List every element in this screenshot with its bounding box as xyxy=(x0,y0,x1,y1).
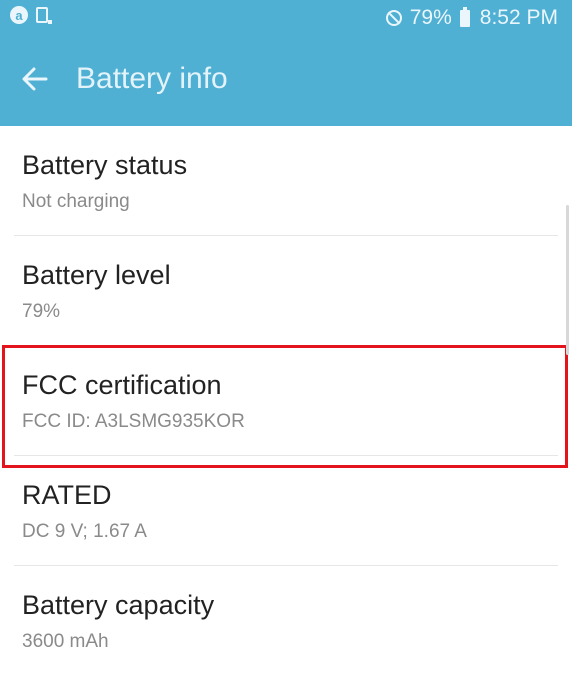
scrollbar[interactable] xyxy=(566,205,569,355)
item-subtitle: 3600 mAh xyxy=(22,631,109,652)
clock: 8:52 PM xyxy=(479,6,558,29)
mute-icon xyxy=(385,10,402,26)
item-subtitle: DC 9 V; 1.67 A xyxy=(22,521,147,542)
app-bar: Battery info xyxy=(0,36,572,126)
list-item-rated[interactable]: RATED DC 9 V; 1.67 A xyxy=(0,456,572,566)
app-notification-icon: a xyxy=(10,6,28,24)
item-subtitle: 79% xyxy=(22,301,61,322)
item-title: Battery level xyxy=(22,260,171,290)
item-subtitle: FCC ID: A3LSMG935KOR xyxy=(22,411,245,432)
item-title: Battery capacity xyxy=(22,590,215,620)
item-title: RATED xyxy=(22,480,112,510)
item-subtitle: Not charging xyxy=(22,191,130,212)
item-title: Battery status xyxy=(22,150,188,180)
item-title: FCC certification xyxy=(22,370,222,400)
status-bar-right: 79% 8:52 PM xyxy=(385,6,558,30)
battery-icon xyxy=(459,6,470,27)
status-bar-left: a xyxy=(10,6,52,24)
page-title: Battery info xyxy=(76,62,228,95)
status-bar: a 79% 8:52 PM xyxy=(0,0,572,36)
list-item-battery-status[interactable]: Battery status Not charging xyxy=(0,126,572,236)
list-item-battery-level[interactable]: Battery level 79% xyxy=(0,236,572,346)
screenshot-icon xyxy=(36,7,52,24)
battery-percent: 79% xyxy=(409,6,452,29)
list-item-fcc-certification[interactable]: FCC certification FCC ID: A3LSMG935KOR xyxy=(0,346,572,456)
list-item-battery-capacity[interactable]: Battery capacity 3600 mAh xyxy=(0,566,572,676)
battery-info-list: Battery status Not charging Battery leve… xyxy=(0,126,572,676)
back-arrow-icon[interactable] xyxy=(20,64,50,94)
